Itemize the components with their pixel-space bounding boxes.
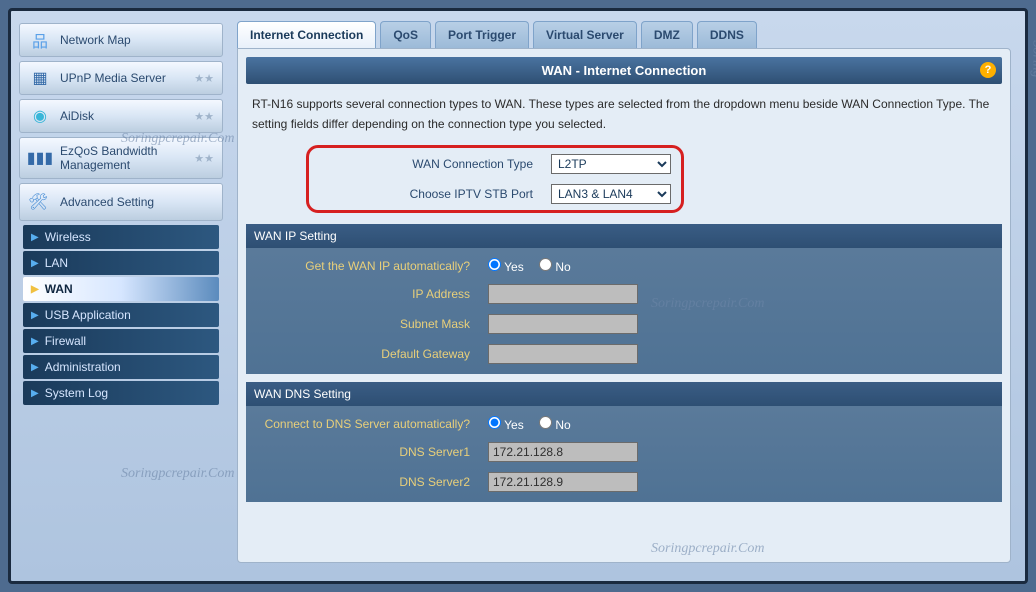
- sidebar: 品 Network Map ▦ UPnP Media Server ★★ ◉ A…: [11, 11, 231, 581]
- wan-ip-section: WAN IP Setting: [246, 224, 1002, 248]
- panel-title: WAN - Internet Connection ?: [246, 57, 1002, 84]
- dns-no[interactable]: No: [539, 418, 571, 432]
- sidebar-item-firewall[interactable]: ▶Firewall: [23, 329, 219, 353]
- sidebar-item-label: EzQoS Bandwidth Management: [60, 144, 194, 172]
- advanced-sublist: ▶Wireless ▶LAN ▶WAN ▶USB Application ▶Fi…: [19, 221, 223, 411]
- tab-port-trigger[interactable]: Port Trigger: [435, 21, 529, 48]
- sidebar-item-lan[interactable]: ▶LAN: [23, 251, 219, 275]
- help-icon[interactable]: ?: [980, 62, 996, 78]
- advanced-setting-header[interactable]: 🛠 Advanced Setting: [19, 183, 223, 221]
- dns-auto-label: Connect to DNS Server automatically?: [248, 412, 478, 436]
- sidebar-item-aidisk[interactable]: ◉ AiDisk ★★: [19, 99, 223, 133]
- get-ip-yes[interactable]: Yes: [488, 260, 524, 274]
- panel: WAN - Internet Connection ? RT-N16 suppo…: [237, 48, 1011, 563]
- panel-description: RT-N16 supports several connection types…: [246, 84, 1002, 145]
- star-icon: ★★: [194, 152, 214, 165]
- dns-body: Connect to DNS Server automatically? Yes…: [246, 406, 1002, 502]
- iptv-select[interactable]: LAN3 & LAN4: [551, 184, 671, 204]
- wan-conn-type-label: WAN Connection Type: [311, 150, 541, 178]
- ip-address-input[interactable]: [488, 284, 638, 304]
- sidebar-item-label: Network Map: [60, 33, 131, 47]
- dns1-input[interactable]: [488, 442, 638, 462]
- advanced-label: Advanced Setting: [60, 195, 154, 209]
- tab-qos[interactable]: QoS: [380, 21, 431, 48]
- star-icon: ★★: [194, 110, 214, 123]
- sidebar-item-usb[interactable]: ▶USB Application: [23, 303, 219, 327]
- sidebar-item-admin[interactable]: ▶Administration: [23, 355, 219, 379]
- dns2-label: DNS Server2: [248, 468, 478, 496]
- dns2-input[interactable]: [488, 472, 638, 492]
- ip-address-label: IP Address: [248, 280, 478, 308]
- tab-dmz[interactable]: DMZ: [641, 21, 693, 48]
- sidebar-item-wireless[interactable]: ▶Wireless: [23, 225, 219, 249]
- dns-yes[interactable]: Yes: [488, 418, 524, 432]
- sidebar-item-label: AiDisk: [60, 109, 94, 123]
- sidebar-item-ezqos[interactable]: ▮▮▮ EzQoS Bandwidth Management ★★: [19, 137, 223, 179]
- wan-conn-type-select[interactable]: L2TP: [551, 154, 671, 174]
- tabs: Internet Connection QoS Port Trigger Vir…: [237, 21, 1011, 48]
- dns-section: WAN DNS Setting: [246, 382, 1002, 406]
- subnet-label: Subnet Mask: [248, 310, 478, 338]
- dns1-label: DNS Server1: [248, 438, 478, 466]
- gateway-label: Default Gateway: [248, 340, 478, 368]
- tab-internet-connection[interactable]: Internet Connection: [237, 21, 376, 48]
- wan-ip-body: Get the WAN IP automatically? Yes No IP …: [246, 248, 1002, 374]
- tab-virtual-server[interactable]: Virtual Server: [533, 21, 637, 48]
- aidisk-icon: ◉: [28, 106, 52, 126]
- sidebar-item-upnp[interactable]: ▦ UPnP Media Server ★★: [19, 61, 223, 95]
- main-content: Internet Connection QoS Port Trigger Vir…: [231, 11, 1025, 581]
- tools-icon: 🛠: [28, 192, 52, 212]
- media-icon: ▦: [28, 68, 52, 88]
- subnet-input[interactable]: [488, 314, 638, 334]
- sidebar-item-wan[interactable]: ▶WAN: [23, 277, 219, 301]
- tab-ddns[interactable]: DDNS: [697, 21, 757, 48]
- star-icon: ★★: [194, 72, 214, 85]
- iptv-label: Choose IPTV STB Port: [311, 180, 541, 208]
- bandwidth-icon: ▮▮▮: [28, 148, 52, 168]
- sidebar-item-network-map[interactable]: 品 Network Map: [19, 23, 223, 57]
- sidebar-item-syslog[interactable]: ▶System Log: [23, 381, 219, 405]
- get-ip-no[interactable]: No: [539, 260, 571, 274]
- sidebar-item-label: UPnP Media Server: [60, 71, 166, 85]
- network-icon: 品: [28, 30, 52, 50]
- highlight-box: WAN Connection Type L2TP Choose IPTV STB…: [306, 145, 684, 213]
- gateway-input[interactable]: [488, 344, 638, 364]
- get-ip-auto-label: Get the WAN IP automatically?: [248, 254, 478, 278]
